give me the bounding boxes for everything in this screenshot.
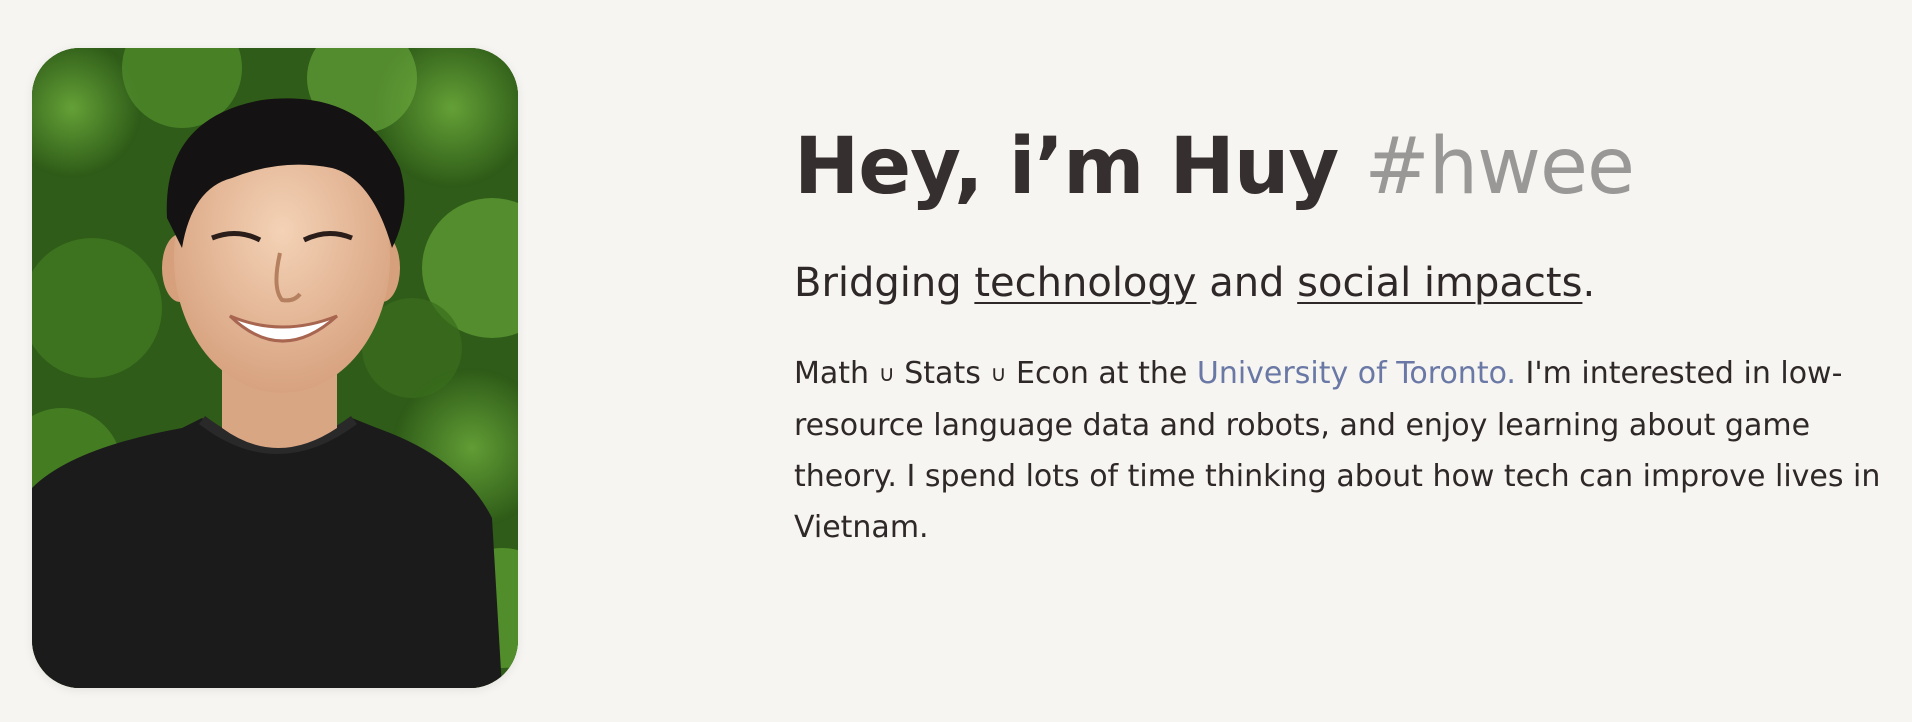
tagline-suffix: . bbox=[1582, 260, 1596, 306]
page-title: Hey, i’m Huy #hwee bbox=[794, 112, 1884, 222]
page: Hey, i’m Huy #hwee Bridging technology a… bbox=[0, 0, 1912, 722]
union-symbol: ∪ bbox=[878, 362, 895, 387]
profile-photo-image bbox=[32, 48, 518, 688]
bio-paragraph: Math ∪ Stats ∪ Econ at the University of… bbox=[794, 348, 1884, 553]
intro-section: Hey, i’m Huy #hwee Bridging technology a… bbox=[794, 112, 1884, 553]
bio-econ: Econ at the bbox=[1016, 356, 1188, 391]
bio-stats: Stats bbox=[904, 356, 981, 391]
profile-photo bbox=[32, 48, 518, 688]
handle-text: #hwee bbox=[1364, 122, 1635, 212]
tagline-prefix: Bridging bbox=[794, 260, 962, 306]
bio-math: Math bbox=[794, 356, 870, 391]
greeting-text: Hey, i’m Huy bbox=[794, 122, 1339, 212]
tagline-middle: and bbox=[1209, 260, 1285, 306]
university-link[interactable]: University of Toronto. bbox=[1197, 356, 1516, 391]
social-impacts-link[interactable]: social impacts bbox=[1297, 260, 1582, 306]
technology-link[interactable]: technology bbox=[974, 260, 1196, 306]
tagline: Bridging technology and social impacts. bbox=[794, 256, 1884, 310]
union-symbol: ∪ bbox=[990, 362, 1007, 387]
